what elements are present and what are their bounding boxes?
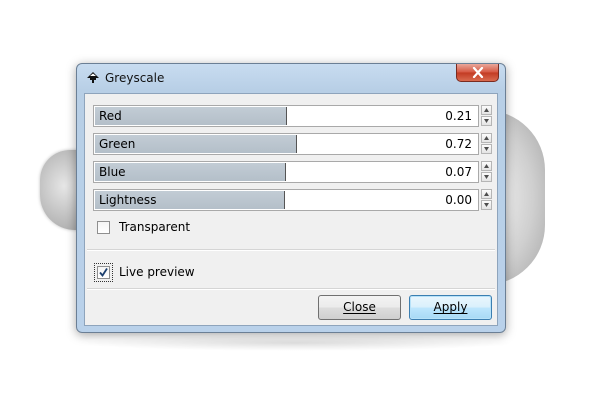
spin-lightness-down[interactable] [481,200,492,210]
live-preview-label: Live preview [119,265,195,279]
spin-blue-down[interactable] [481,172,492,182]
slider-blue-value: 0.07 [445,165,472,179]
slider-lightness[interactable]: Lightness 0.00 [93,189,479,211]
canvas-shadow [75,335,515,351]
window-close-button[interactable] [456,64,499,82]
slider-red-label: Red [99,109,122,123]
slider-green-value: 0.72 [445,137,472,151]
slider-red-value: 0.21 [445,109,472,123]
live-preview-checkbox[interactable] [97,266,110,279]
apply-button[interactable]: Apply [409,295,492,320]
spin-lightness [481,189,492,211]
spin-blue [481,161,492,183]
slider-lightness-value: 0.00 [445,193,472,207]
transparent-checkbox[interactable] [97,221,110,234]
dialog-body: Red 0.21 Green 0.72 Blue 0.07 Lightness … [84,93,498,326]
slider-red-fill [95,107,287,125]
close-button[interactable]: Close [318,295,401,320]
spin-lightness-up[interactable] [481,189,492,199]
inkscape-icon [86,71,100,85]
slider-green-label: Green [99,137,136,151]
window-title: Greyscale [105,71,165,85]
slider-red[interactable]: Red 0.21 [93,105,479,127]
spin-green [481,133,492,155]
separator-top [87,249,495,251]
spin-red [481,105,492,127]
slider-blue[interactable]: Blue 0.07 [93,161,479,183]
slider-lightness-label: Lightness [99,193,157,207]
greyscale-dialog: Greyscale Red 0.21 Green 0.72 Blue 0.07 … [76,63,506,333]
slider-green[interactable]: Green 0.72 [93,133,479,155]
spin-blue-up[interactable] [481,161,492,171]
spin-red-up[interactable] [481,105,492,115]
separator-bottom [87,288,495,290]
title-bar[interactable]: Greyscale [77,64,505,92]
transparent-label: Transparent [119,220,191,234]
spin-green-down[interactable] [481,144,492,154]
spin-red-down[interactable] [481,116,492,126]
spin-green-up[interactable] [481,133,492,143]
slider-blue-label: Blue [99,165,126,179]
